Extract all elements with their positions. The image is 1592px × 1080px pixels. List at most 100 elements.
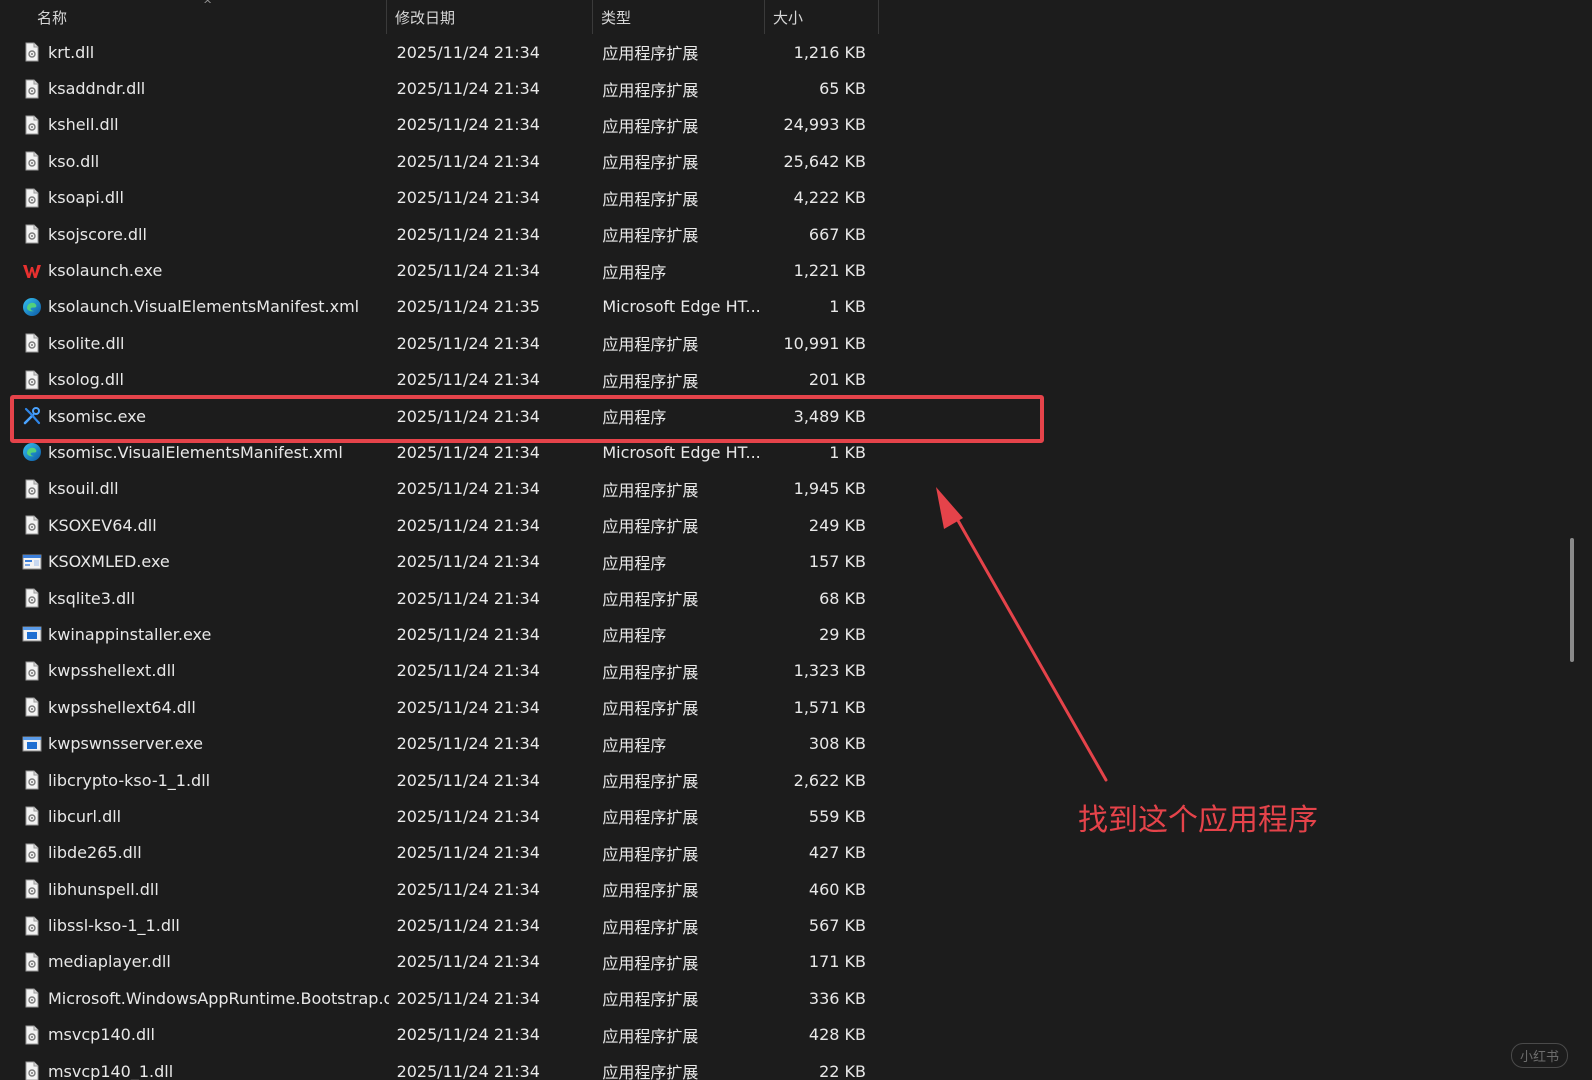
file-name: ksomisc.VisualElementsManifest.xml bbox=[47, 442, 343, 462]
file-modified-date: 2025/11/24 21:34 bbox=[396, 952, 540, 972]
file-type: 应用程序扩展 bbox=[602, 189, 699, 209]
file-row[interactable]: msvcp140.dll 2025/11/24 21:34 应用程序扩展 428 KB bbox=[0, 1017, 880, 1053]
file-row[interactable]: ksolog.dll 2025/11/24 21:34 应用程序扩展 201 KB bbox=[0, 362, 880, 398]
file-row[interactable]: kwpsshellext.dll 2025/11/24 21:34 应用程序扩展 1,… bbox=[0, 653, 880, 689]
file-row[interactable]: ksqlite3.dll 2025/11/24 21:34 应用程序扩展 68 KB bbox=[0, 580, 880, 616]
file-name: kwpsshellext64.dll bbox=[47, 697, 196, 717]
file-row[interactable]: libssl-kso-1_1.dll 2025/11/24 21:34 应用程序扩展… bbox=[0, 907, 880, 943]
file-type: 应用程序扩展 bbox=[602, 335, 699, 355]
file-name: kwinappinstaller.exe bbox=[47, 624, 212, 644]
file-type: 应用程序 bbox=[602, 735, 667, 755]
file-type: 应用程序扩展 bbox=[602, 808, 699, 828]
file-row[interactable]: kwpsshellext64.dll 2025/11/24 21:34 应用程序扩展… bbox=[0, 689, 880, 725]
dll-file-icon bbox=[21, 878, 43, 900]
xml-editor-icon bbox=[21, 551, 43, 573]
file-size: 308 KB bbox=[808, 734, 866, 754]
file-row[interactable]: ksolaunch.VisualElementsManifest.xml 2025… bbox=[0, 289, 880, 325]
tools-icon bbox=[21, 405, 43, 427]
file-row[interactable]: ksolite.dll 2025/11/24 21:34 应用程序扩展 10,991 … bbox=[0, 325, 880, 361]
file-type: Microsoft Edge HT... bbox=[602, 442, 761, 462]
file-name: ksqlite3.dll bbox=[47, 588, 136, 608]
column-header-date[interactable]: 修改日期 bbox=[387, 0, 593, 34]
file-size: 336 KB bbox=[808, 988, 866, 1008]
dll-file-icon bbox=[21, 696, 43, 718]
file-row[interactable]: ksolaunch.exe 2025/11/24 21:34 应用程序 1,221 K… bbox=[0, 252, 880, 288]
file-row[interactable]: libcrypto-kso-1_1.dll 2025/11/24 21:34 应用程… bbox=[0, 762, 880, 798]
file-name: ksomisc.exe bbox=[47, 406, 146, 426]
file-size: 65 KB bbox=[819, 79, 866, 99]
file-row[interactable]: ksojscore.dll 2025/11/24 21:34 应用程序扩展 667 K… bbox=[0, 216, 880, 252]
column-header-size[interactable]: 大小 bbox=[765, 0, 879, 34]
file-size: 1 KB bbox=[829, 297, 866, 317]
file-size: 1,571 KB bbox=[793, 697, 866, 717]
app-window-icon bbox=[21, 623, 43, 645]
file-size: 427 KB bbox=[808, 843, 866, 863]
file-name: ksaddndr.dll bbox=[47, 79, 146, 99]
arrow-shaft bbox=[950, 508, 1108, 782]
file-row[interactable]: msvcp140_1.dll 2025/11/24 21:34 应用程序扩展 22 K… bbox=[0, 1053, 880, 1080]
dll-file-icon bbox=[21, 805, 43, 827]
file-name: kshell.dll bbox=[47, 115, 119, 135]
file-modified-date: 2025/11/24 21:34 bbox=[396, 661, 540, 681]
file-name: KSOXMLED.exe bbox=[47, 552, 170, 572]
file-row[interactable]: KSOXEV64.dll 2025/11/24 21:34 应用程序扩展 249 KB bbox=[0, 507, 880, 543]
file-row[interactable]: ksoapi.dll 2025/11/24 21:34 应用程序扩展 4,222 KB bbox=[0, 180, 880, 216]
file-name: kwpsshellext.dll bbox=[47, 661, 176, 681]
file-row[interactable]: krt.dll 2025/11/24 21:34 应用程序扩展 1,216 KB bbox=[0, 34, 880, 70]
file-type: 应用程序扩展 bbox=[602, 953, 699, 973]
edge-icon bbox=[21, 441, 43, 463]
file-row[interactable]: ksomisc.VisualElementsManifest.xml 2025/1… bbox=[0, 434, 880, 470]
file-modified-date: 2025/11/24 21:34 bbox=[396, 406, 540, 426]
edge-icon bbox=[21, 296, 43, 318]
file-row[interactable]: libde265.dll 2025/11/24 21:34 应用程序扩展 427 KB bbox=[0, 835, 880, 871]
dll-file-icon bbox=[21, 478, 43, 500]
column-header-name[interactable]: 名称 ^ bbox=[0, 0, 387, 34]
column-header-date-label: 修改日期 bbox=[395, 8, 456, 27]
file-size: 22 KB bbox=[819, 1061, 866, 1080]
file-row[interactable]: ksomisc.exe 2025/11/24 21:34 应用程序 3,489 KB bbox=[0, 398, 880, 434]
file-size: 10,991 KB bbox=[783, 333, 866, 353]
file-row[interactable]: KSOXMLED.exe 2025/11/24 21:34 应用程序 157 KB bbox=[0, 543, 880, 579]
file-name: ksouil.dll bbox=[47, 479, 119, 499]
annotation-text: 找到这个应用程序 bbox=[1078, 803, 1318, 838]
vertical-scrollbar-thumb[interactable] bbox=[1570, 538, 1574, 662]
dll-file-icon bbox=[21, 369, 43, 391]
file-name: kso.dll bbox=[47, 151, 100, 171]
file-size: 3,489 KB bbox=[793, 406, 866, 426]
column-header-type[interactable]: 类型 bbox=[593, 0, 765, 34]
file-modified-date: 2025/11/24 21:34 bbox=[396, 1061, 540, 1080]
file-size: 1 KB bbox=[829, 442, 866, 462]
file-type: 应用程序 bbox=[602, 262, 667, 282]
file-size: 24,993 KB bbox=[783, 115, 866, 135]
column-header-type-label: 类型 bbox=[601, 8, 632, 27]
file-type: 应用程序扩展 bbox=[602, 662, 699, 682]
arrow-head bbox=[936, 487, 963, 529]
file-row[interactable]: mediaplayer.dll 2025/11/24 21:34 应用程序扩展 171… bbox=[0, 944, 880, 980]
file-modified-date: 2025/11/24 21:34 bbox=[396, 224, 540, 244]
file-modified-date: 2025/11/24 21:34 bbox=[396, 988, 540, 1008]
wps-logo-icon bbox=[21, 260, 43, 282]
file-type: 应用程序扩展 bbox=[602, 80, 699, 100]
file-size: 428 KB bbox=[808, 1025, 866, 1045]
file-row[interactable]: kso.dll 2025/11/24 21:34 应用程序扩展 25,642 KB bbox=[0, 143, 880, 179]
file-name: ksoapi.dll bbox=[47, 188, 124, 208]
file-row[interactable]: libhunspell.dll 2025/11/24 21:34 应用程序扩展 460… bbox=[0, 871, 880, 907]
file-modified-date: 2025/11/24 21:34 bbox=[396, 261, 540, 281]
file-modified-date: 2025/11/24 21:34 bbox=[396, 697, 540, 717]
dll-file-icon bbox=[21, 660, 43, 682]
file-name: libssl-kso-1_1.dll bbox=[47, 916, 180, 936]
dll-file-icon bbox=[21, 150, 43, 172]
dll-file-icon bbox=[21, 842, 43, 864]
file-name: KSOXEV64.dll bbox=[47, 515, 157, 535]
file-row[interactable]: kwinappinstaller.exe 2025/11/24 21:34 应用程序… bbox=[0, 616, 880, 652]
file-row[interactable]: kwpswnsserver.exe 2025/11/24 21:34 应用程序 308… bbox=[0, 725, 880, 761]
file-row[interactable]: ksaddndr.dll 2025/11/24 21:34 应用程序扩展 65 KB bbox=[0, 70, 880, 106]
file-row[interactable]: kshell.dll 2025/11/24 21:34 应用程序扩展 24,993 K… bbox=[0, 107, 880, 143]
file-modified-date: 2025/11/24 21:34 bbox=[396, 479, 540, 499]
file-row[interactable]: ksouil.dll 2025/11/24 21:34 应用程序扩展 1,945 KB bbox=[0, 471, 880, 507]
file-name: ksolog.dll bbox=[47, 370, 124, 390]
file-row[interactable]: Microsoft.WindowsAppRuntime.Bootstrap.dl… bbox=[0, 980, 880, 1016]
file-row[interactable]: libcurl.dll 2025/11/24 21:34 应用程序扩展 559 KB bbox=[0, 798, 880, 834]
file-size: 29 KB bbox=[819, 624, 866, 644]
column-header-bar: 名称 ^ 修改日期 类型 大小 bbox=[0, 0, 880, 34]
